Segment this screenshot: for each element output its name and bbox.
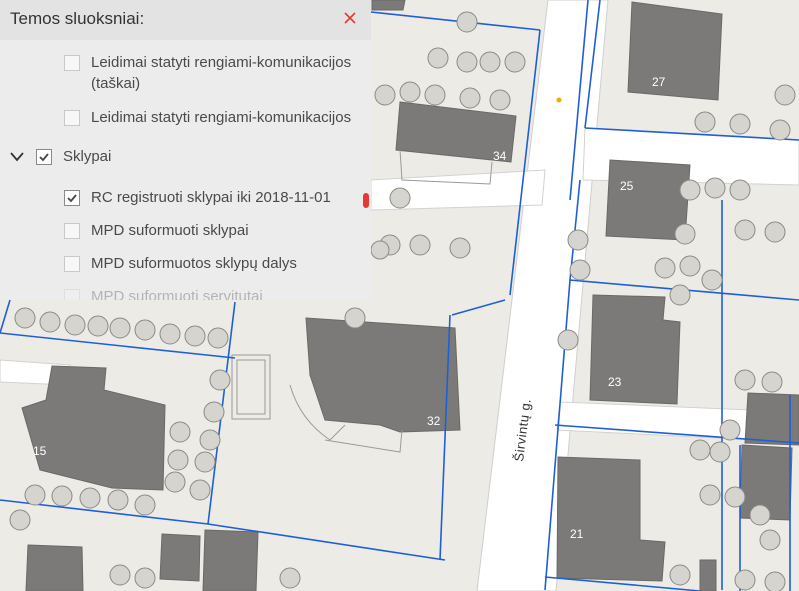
scrollbar-thumb[interactable]	[363, 193, 369, 208]
panel-title: Temos sluoksniai:	[10, 9, 145, 28]
layer-label: MPD suformuoti sklypai	[91, 222, 249, 239]
layer-label: Leidimai statyti rengiami-komunikacijos …	[91, 54, 352, 92]
layer-checkbox[interactable]	[64, 55, 80, 71]
building-right-1	[744, 392, 799, 446]
house-number-27: 27	[652, 75, 666, 89]
layer-checkbox[interactable]	[64, 223, 80, 239]
layer-item[interactable]: MPD suformuotos sklypų dalys	[64, 255, 297, 274]
building-bottom-3	[25, 544, 84, 591]
layer-item[interactable]: Leidimai statyti rengiami-komunikacijos	[64, 109, 352, 128]
building-bottom-2	[202, 529, 259, 591]
chevron-down-icon[interactable]	[9, 150, 25, 164]
layer-checkbox[interactable]	[64, 256, 80, 272]
layer-checkbox[interactable]	[64, 110, 80, 126]
layer-checkbox[interactable]	[64, 190, 80, 206]
house-number-25: 25	[620, 179, 634, 193]
layer-item[interactable]: MPD suformuoti sklypai	[64, 222, 249, 241]
checkmark-icon	[39, 153, 49, 162]
building-bottom-1	[159, 533, 201, 582]
layer-item[interactable]: RC registruoti sklypai iki 2018-11-01	[64, 189, 331, 208]
layer-group-sklypai[interactable]: Sklypai	[36, 148, 112, 167]
panel-header: Temos sluoksniai:	[0, 0, 371, 40]
building-27	[627, 1, 723, 101]
layers-panel: Temos sluoksniai: Leidimai statyti rengi…	[0, 0, 371, 300]
layer-label: Sklypai	[63, 148, 112, 165]
layer-label: MPD suformuotos sklypų dalys	[91, 255, 297, 272]
house-number-23: 23	[608, 375, 622, 389]
house-number-21: 21	[570, 527, 584, 541]
point-marker[interactable]	[556, 97, 562, 103]
building-bottom-4	[699, 559, 717, 591]
close-button[interactable]	[339, 7, 361, 29]
house-number-34: 34	[493, 149, 507, 163]
house-number-32: 32	[427, 414, 441, 428]
checkmark-icon	[67, 194, 77, 203]
layer-label: RC registruoti sklypai iki 2018-11-01	[91, 189, 331, 206]
layer-checkbox[interactable]	[36, 149, 52, 165]
layer-label: MPD suformuoti servitutai	[91, 288, 263, 300]
layer-checkbox[interactable]	[64, 289, 80, 300]
house-number-15: 15	[33, 444, 47, 458]
layer-item[interactable]: MPD suformuoti servitutai	[64, 288, 263, 300]
layer-label: Leidimai statyti rengiami-komunikacijos	[91, 109, 352, 126]
building-top-small	[371, 0, 406, 11]
layer-item[interactable]: Leidimai statyti rengiami-komunikacijos …	[64, 54, 364, 94]
close-icon	[344, 12, 356, 24]
